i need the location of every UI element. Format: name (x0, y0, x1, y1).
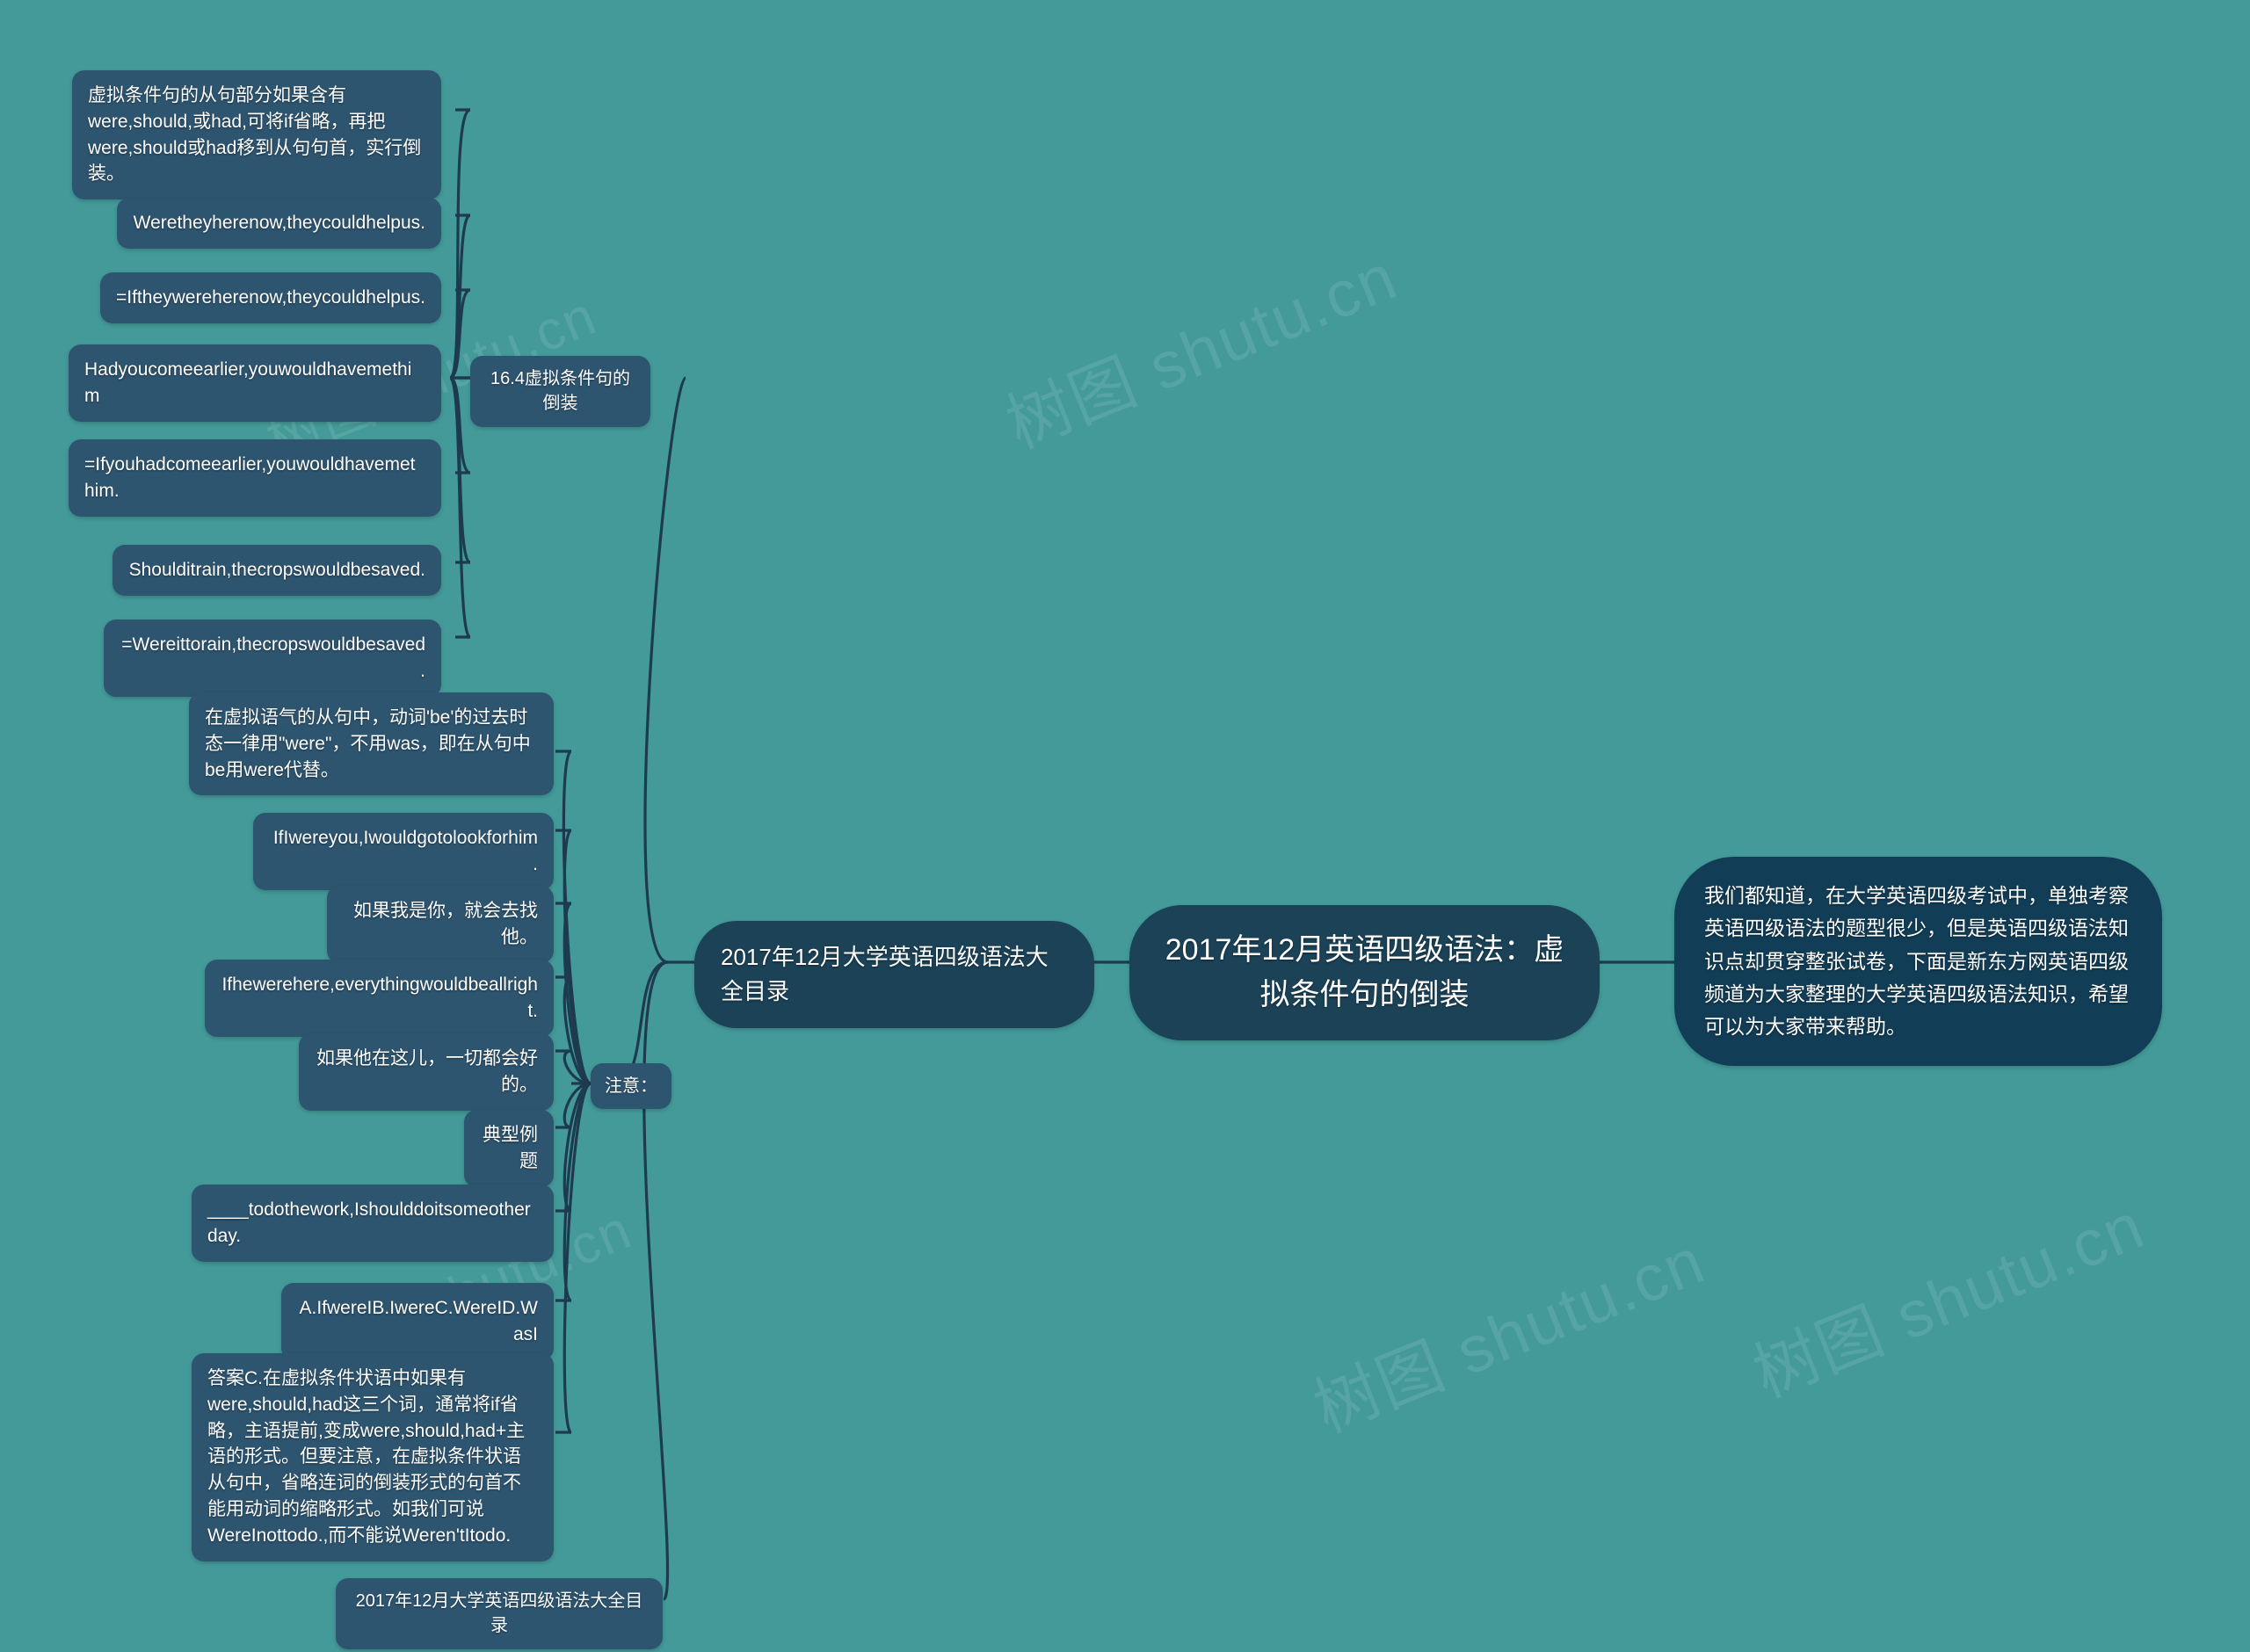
node-example-were-they[interactable]: Weretheyherenow,theycouldhelpus. (117, 198, 441, 249)
trunk-node[interactable]: 2017年12月大学英语四级语法大全目录 (694, 921, 1094, 1028)
node-example-should-it-rain[interactable]: Shoulditrain,thecropswouldbesaved. (112, 545, 441, 596)
node-text: 如果他在这儿，一切都会好的。 (316, 1048, 538, 1095)
node-example-if-they-were[interactable]: =Iftheywereherenow,theycouldhelpus. (100, 272, 441, 323)
node-inversion-rule[interactable]: 虚拟条件句的从句部分如果含有were,should,或had,可将if省略，再把… (72, 70, 441, 200)
node-example-if-i-were-you[interactable]: IfIwereyou,Iwouldgotolookforhim. (253, 813, 554, 890)
root-node[interactable]: 2017年12月英语四级语法：虚拟条件句的倒装 (1129, 905, 1600, 1040)
node-answer-explanation[interactable]: 答案C.在虚拟条件状语中如果有were,should,had这三个词，通常将if… (192, 1353, 554, 1561)
node-text: Weretheyherenow,theycouldhelpus. (133, 213, 425, 233)
description-node[interactable]: 我们都知道，在大学英语四级考试中，单独考察英语四级语法的题型很少，但是英语四级语… (1674, 857, 2162, 1067)
root-title: 2017年12月英语四级语法：虚拟条件句的倒装 (1165, 933, 1564, 1011)
node-text: Shoulditrain,thecropswouldbesaved. (128, 560, 425, 580)
trunk-label: 2017年12月大学英语四级语法大全目录 (721, 944, 1049, 1004)
branch-label-text: 注意： (605, 1076, 657, 1096)
watermark: 树图 shutu.cn (1743, 1188, 2154, 1411)
node-text: 如果我是你，就会去找他。 (353, 901, 538, 947)
node-note-be-were[interactable]: 在虚拟语气的从句中，动词'be'的过去时态一律用"were"，不用was，即在从… (189, 692, 554, 796)
node-example-if-he-were-here[interactable]: Ifhewerehere,everythingwouldbeallright. (205, 960, 554, 1037)
node-text: A.IfwereIB.IwereC.WereID.WasI (299, 1298, 538, 1344)
node-example-were-it-to-rain[interactable]: =Wereittorain,thecropswouldbesaved. (104, 620, 441, 697)
node-text: ____todothework,Ishoulddoitsomeotherday. (207, 1199, 531, 1246)
node-text: =Iftheywereherenow,theycouldhelpus. (116, 287, 425, 308)
node-translation-if-he-were-here[interactable]: 如果他在这儿，一切都会好的。 (299, 1033, 554, 1111)
branch-label-text: 2017年12月大学英语四级语法大全目录 (355, 1591, 643, 1636)
watermark: 树图 shutu.cn (996, 239, 1407, 462)
node-example-had-you-come[interactable]: Hadyoucomeearlier,youwouldhavemethim (69, 344, 441, 422)
description-text: 我们都知道，在大学英语四级考试中，单独考察英语四级语法的题型很少，但是英语四级语… (1704, 884, 2129, 1038)
branch-label-note[interactable]: 注意： (591, 1063, 671, 1110)
node-text: 典型例题 (483, 1125, 538, 1171)
node-text: IfIwereyou,Iwouldgotolookforhim. (272, 828, 538, 874)
node-multiple-choice-options[interactable]: A.IfwereIB.IwereC.WereID.WasI (281, 1283, 554, 1360)
watermark: 树图 shutu.cn (1303, 1223, 1715, 1446)
node-text: 虚拟条件句的从句部分如果含有were,should,或had,可将if省略，再把… (88, 85, 422, 185)
node-text: =Ifyouhadcomeearlier,youwouldhavemethim. (84, 454, 416, 501)
node-typical-question-label[interactable]: 典型例题 (464, 1110, 554, 1187)
branch-label-inversion[interactable]: 16.4虚拟条件句的倒装 (470, 356, 650, 427)
node-text: 在虚拟语气的从句中，动词'be'的过去时态一律用"were"，不用was，即在从… (205, 707, 531, 780)
branch-label-catalog[interactable]: 2017年12月大学英语四级语法大全目录 (336, 1578, 663, 1649)
node-fill-in-blank-question[interactable]: ____todothework,Ishoulddoitsomeotherday. (192, 1185, 554, 1262)
node-text: 答案C.在虚拟条件状语中如果有were,should,had这三个词，通常将if… (207, 1368, 526, 1546)
mindmap-canvas: 树图 shutu.cn 树图 shutu.cn 树图 shutu.cn 树图 s… (0, 0, 2250, 1652)
node-text: Hadyoucomeearlier,youwouldhavemethim (84, 359, 412, 406)
node-text: Ifhewerehere,everythingwouldbeallright. (221, 975, 538, 1021)
node-translation-if-i-were-you[interactable]: 如果我是你，就会去找他。 (327, 886, 554, 963)
branch-label-text: 16.4虚拟条件句的倒装 (490, 369, 630, 414)
node-example-if-you-had-come[interactable]: =Ifyouhadcomeearlier,youwouldhavemethim. (69, 439, 441, 517)
node-text: =Wereittorain,thecropswouldbesaved. (121, 634, 425, 681)
